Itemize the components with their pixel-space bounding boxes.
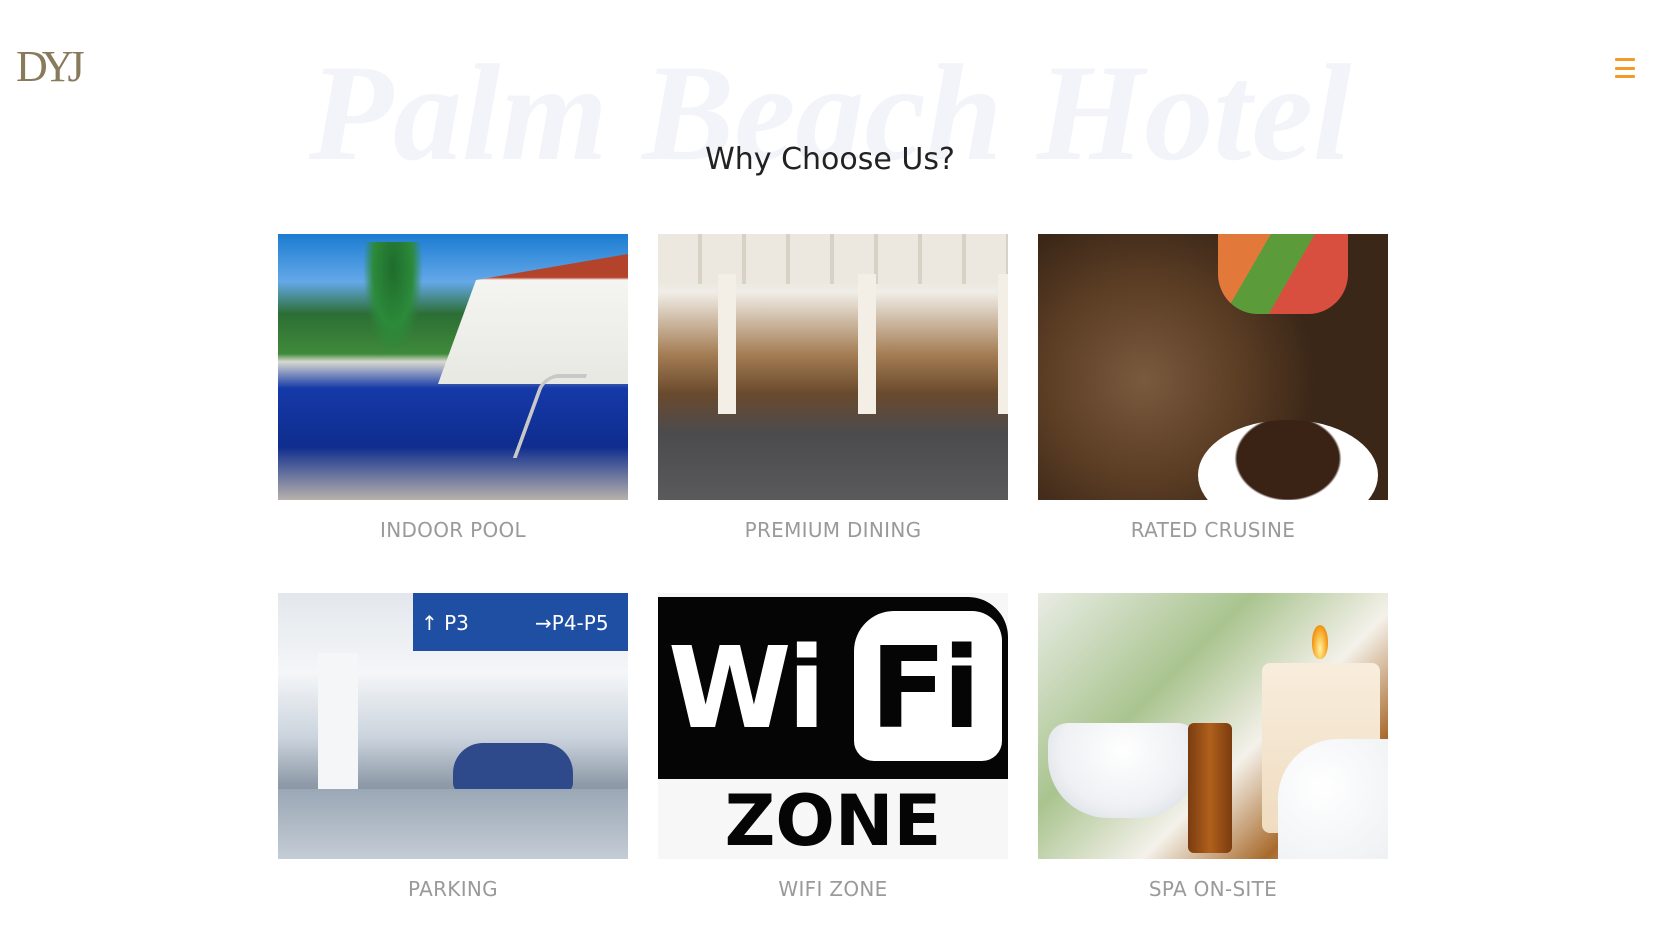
palm-tree-shape — [358, 242, 428, 372]
towel-shape — [1278, 739, 1388, 859]
building-shape — [438, 254, 628, 384]
columns-shape — [658, 274, 1008, 414]
wifi-zone-sign: Wi Fi ZONE — [658, 593, 1008, 859]
pool-rail-shape — [512, 374, 588, 458]
floor-shape — [278, 789, 628, 859]
feature-label: PREMIUM DINING — [744, 518, 922, 542]
feature-label: INDOOR POOL — [380, 518, 526, 542]
parking-sign-left-text: ↑ P3 — [421, 611, 469, 635]
parking-sign-right-text: →P4-P5 — [535, 611, 609, 635]
feature-card-rated-crusine[interactable]: RATED CRUSINE — [1038, 234, 1388, 542]
salt-bowl-shape — [1048, 723, 1198, 818]
pool-photo — [278, 234, 628, 500]
wifi-zone-word: ZONE — [724, 780, 942, 859]
feature-label: RATED CRUSINE — [1130, 518, 1296, 542]
page: DYJ Palm Beach Hotel Why Choose Us? INDO… — [0, 0, 1660, 935]
parking-garage-photo: ↑ P3 →P4-P5 — [278, 593, 628, 859]
oil-bottle-shape — [1188, 723, 1232, 853]
feature-card-spa-on-site[interactable]: SPA ON-SITE — [1038, 593, 1388, 901]
car-shape — [453, 743, 573, 793]
wifi-right-word: Fi — [870, 624, 981, 754]
feature-card-parking[interactable]: ↑ P3 →P4-P5 PARKING — [278, 593, 628, 901]
parking-sign: ↑ P3 →P4-P5 — [413, 593, 628, 651]
section-title: Why Choose Us? — [705, 142, 955, 177]
wifi-left-word: Wi — [668, 624, 826, 754]
grilled-meat-photo — [1038, 234, 1388, 500]
feature-label: SPA ON-SITE — [1148, 877, 1278, 901]
sauce-cup-shape — [1198, 420, 1378, 500]
spa-candle-photo — [1038, 593, 1388, 859]
feature-label: WIFI ZONE — [778, 877, 888, 901]
vegetables-shape — [1218, 234, 1348, 314]
feature-label: PARKING — [408, 877, 498, 901]
feature-card-indoor-pool[interactable]: INDOOR POOL — [278, 234, 628, 542]
feature-card-premium-dining[interactable]: PREMIUM DINING — [658, 234, 1008, 542]
dining-room-photo — [658, 234, 1008, 500]
feature-card-wifi-zone[interactable]: Wi Fi ZONE WIFI ZONE — [658, 593, 1008, 901]
flame-shape — [1312, 625, 1328, 659]
